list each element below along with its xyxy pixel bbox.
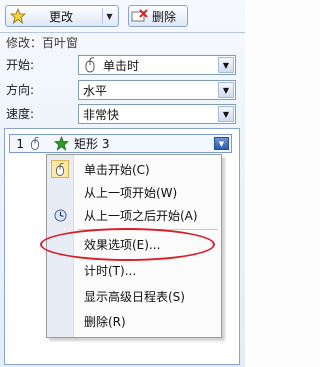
- direction-value: 水平: [83, 83, 108, 98]
- menu-item-label: 计时(T)...: [84, 263, 137, 278]
- start-label: 开始:: [6, 58, 35, 72]
- menu-item-label: 单击开始(C): [84, 162, 150, 177]
- custom-animation-pane: 更改 ▼ 删除 修改：百叶窗 开始: 单击时 ▼ 方向: 水平 ▼ 速度: 非常…: [0, 0, 245, 367]
- delete-effect-button[interactable]: 删除: [128, 5, 188, 27]
- menu-item-label: 从上一项之后开始(A): [84, 208, 198, 223]
- delete-button-label: 删除: [152, 9, 177, 24]
- clock-icon: [51, 206, 69, 224]
- menu-item-label: 显示高级日程表(S): [84, 289, 185, 304]
- green-star-icon: [52, 135, 70, 153]
- star-effect-icon: [9, 7, 27, 25]
- chevron-down-icon[interactable]: ▼: [102, 8, 116, 24]
- menu-item-remove[interactable]: 删除(R): [47, 310, 221, 332]
- change-effect-button[interactable]: 更改 ▼: [5, 5, 119, 27]
- menu-item-show-advanced-timeline[interactable]: 显示高级日程表(S): [47, 285, 221, 307]
- mouse-click-icon: [26, 135, 44, 153]
- speed-label: 速度:: [6, 107, 35, 121]
- change-button-label: 更改: [49, 9, 74, 24]
- menu-item-with-previous[interactable]: 从上一项开始(W): [47, 181, 221, 203]
- menu-item-label: 从上一项开始(W): [84, 185, 178, 200]
- start-dropdown[interactable]: 单击时 ▼: [78, 55, 236, 75]
- menu-item-after-previous[interactable]: 从上一项之后开始(A): [47, 204, 221, 226]
- modify-effect-title: 修改：百叶窗: [6, 36, 79, 50]
- animation-item-label: 矩形 3: [74, 137, 110, 151]
- chevron-down-icon[interactable]: ▼: [218, 82, 234, 98]
- animation-order-number: 1: [16, 136, 24, 151]
- menu-item-label: 删除(R): [84, 314, 126, 329]
- remove-effect-icon: [131, 7, 149, 25]
- animation-item[interactable]: 1 矩形 3 ▼: [9, 134, 232, 153]
- menu-separator: [78, 229, 218, 230]
- mouse-click-icon: [81, 56, 99, 74]
- speed-dropdown[interactable]: 非常快 ▼: [78, 104, 236, 124]
- chevron-down-icon[interactable]: ▼: [214, 137, 229, 150]
- menu-item-timing[interactable]: 计时(T)...: [47, 259, 221, 281]
- start-value: 单击时: [103, 58, 140, 73]
- chevron-down-icon[interactable]: ▼: [218, 57, 234, 73]
- direction-label: 方向:: [6, 83, 35, 97]
- menu-item-label: 效果选项(E)...: [84, 237, 161, 252]
- chevron-down-icon[interactable]: ▼: [218, 106, 234, 122]
- speed-value: 非常快: [83, 107, 120, 122]
- menu-item-effect-options[interactable]: 效果选项(E)...: [47, 233, 221, 255]
- toolbar-divider: [0, 32, 245, 33]
- direction-dropdown[interactable]: 水平 ▼: [78, 80, 236, 100]
- animation-context-menu: 单击开始(C) 从上一项开始(W) 从上一项之后开始(A) 效果选项(E)...…: [46, 154, 222, 338]
- menu-item-start-on-click[interactable]: 单击开始(C): [47, 158, 221, 180]
- mouse-click-icon: [51, 160, 69, 178]
